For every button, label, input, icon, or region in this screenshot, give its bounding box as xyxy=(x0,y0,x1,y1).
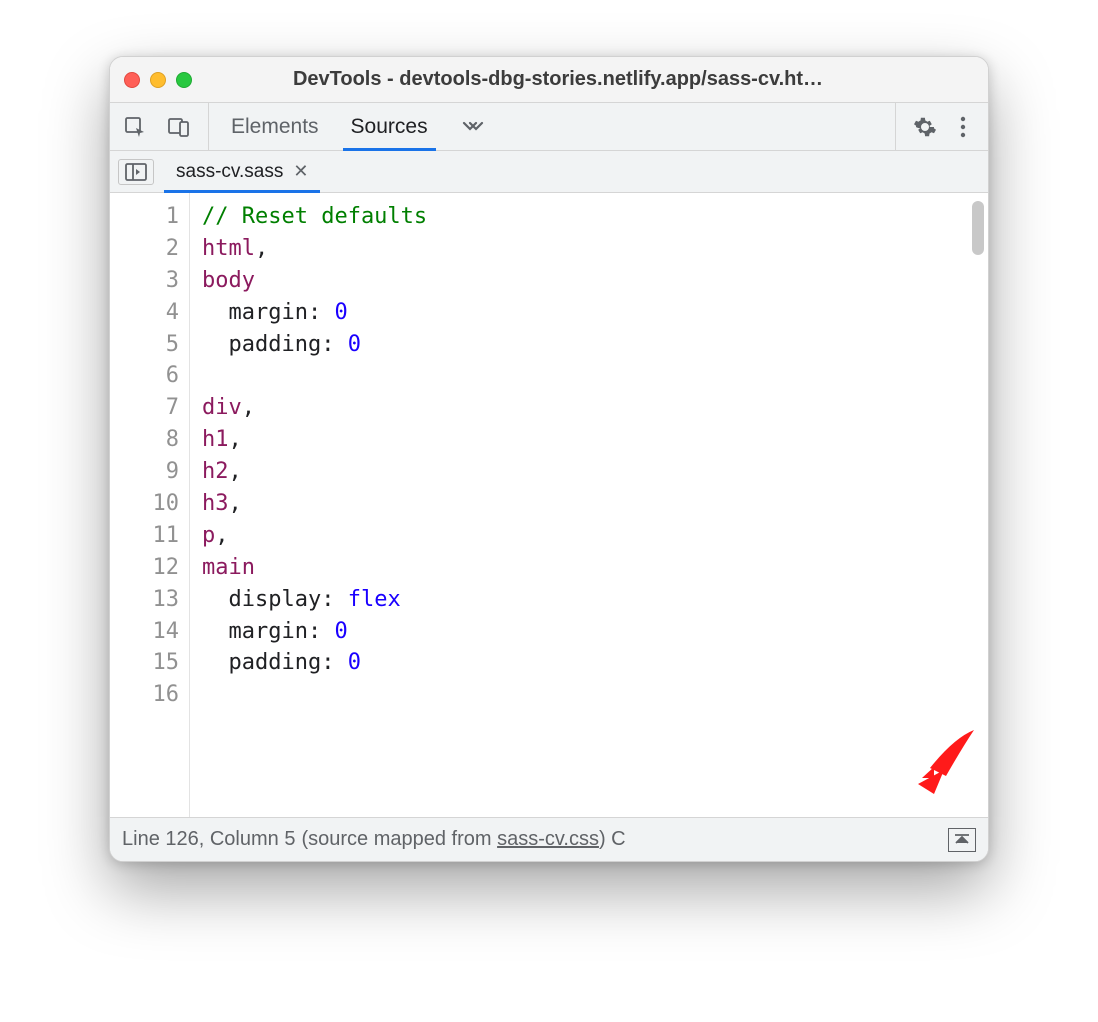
window-controls xyxy=(124,72,192,88)
navigator-toggle-icon[interactable] xyxy=(118,159,154,185)
line-number: 4 xyxy=(110,297,179,329)
line-number: 16 xyxy=(110,679,179,711)
line-number: 7 xyxy=(110,392,179,424)
line-gutter: 1 2 3 4 5 6 7 8 9 10 11 12 13 14 15 16 xyxy=(110,193,190,817)
file-tab-sass-cv[interactable]: sass-cv.sass ✕ xyxy=(164,151,320,192)
drawer-toggle-icon[interactable] xyxy=(948,828,976,852)
line-number: 2 xyxy=(110,233,179,265)
line-number: 11 xyxy=(110,520,179,552)
toolbar-left xyxy=(120,103,209,150)
gear-icon[interactable] xyxy=(910,112,940,142)
line-number: 14 xyxy=(110,616,179,648)
file-tab-label: sass-cv.sass xyxy=(176,161,283,183)
minimize-window-button[interactable] xyxy=(150,72,166,88)
main-tabbar: Elements Sources xyxy=(110,103,988,151)
line-number: 1 xyxy=(110,201,179,233)
inspect-element-icon[interactable] xyxy=(120,112,150,142)
line-number: 9 xyxy=(110,456,179,488)
line-number: 12 xyxy=(110,552,179,584)
tab-elements[interactable]: Elements xyxy=(215,103,335,150)
line-number: 15 xyxy=(110,647,179,679)
line-number: 8 xyxy=(110,424,179,456)
source-map-link[interactable]: sass-cv.css xyxy=(497,828,599,850)
scrollbar-thumb[interactable] xyxy=(972,201,984,255)
line-number: 3 xyxy=(110,265,179,297)
maximize-window-button[interactable] xyxy=(176,72,192,88)
titlebar: DevTools - devtools-dbg-stories.netlify.… xyxy=(110,57,988,103)
devtools-window: DevTools - devtools-dbg-stories.netlify.… xyxy=(109,56,989,862)
toolbar-right xyxy=(895,103,978,150)
cursor-position: Line 126, Column 5 xyxy=(122,828,295,851)
tab-sources[interactable]: Sources xyxy=(335,103,444,150)
annotation-arrow-icon xyxy=(904,718,989,813)
close-icon[interactable]: ✕ xyxy=(293,161,308,182)
file-tabbar: sass-cv.sass ✕ xyxy=(110,151,988,193)
line-number: 5 xyxy=(110,329,179,361)
line-number: 10 xyxy=(110,488,179,520)
close-window-button[interactable] xyxy=(124,72,140,88)
code-editor[interactable]: 1 2 3 4 5 6 7 8 9 10 11 12 13 14 15 16 /… xyxy=(110,193,988,817)
window-title: DevTools - devtools-dbg-stories.netlify.… xyxy=(202,68,974,91)
line-number: 6 xyxy=(110,360,179,392)
kebab-menu-icon[interactable] xyxy=(948,112,978,142)
device-toolbar-icon[interactable] xyxy=(164,112,194,142)
tab-overflow[interactable] xyxy=(444,103,500,150)
source-map-label: (source mapped from sass-cv.css) C xyxy=(301,828,625,851)
line-number: 13 xyxy=(110,584,179,616)
statusbar: Line 126, Column 5 (source mapped from s… xyxy=(110,817,988,861)
code-content[interactable]: // Reset defaults html, body margin: 0 p… xyxy=(190,193,988,817)
